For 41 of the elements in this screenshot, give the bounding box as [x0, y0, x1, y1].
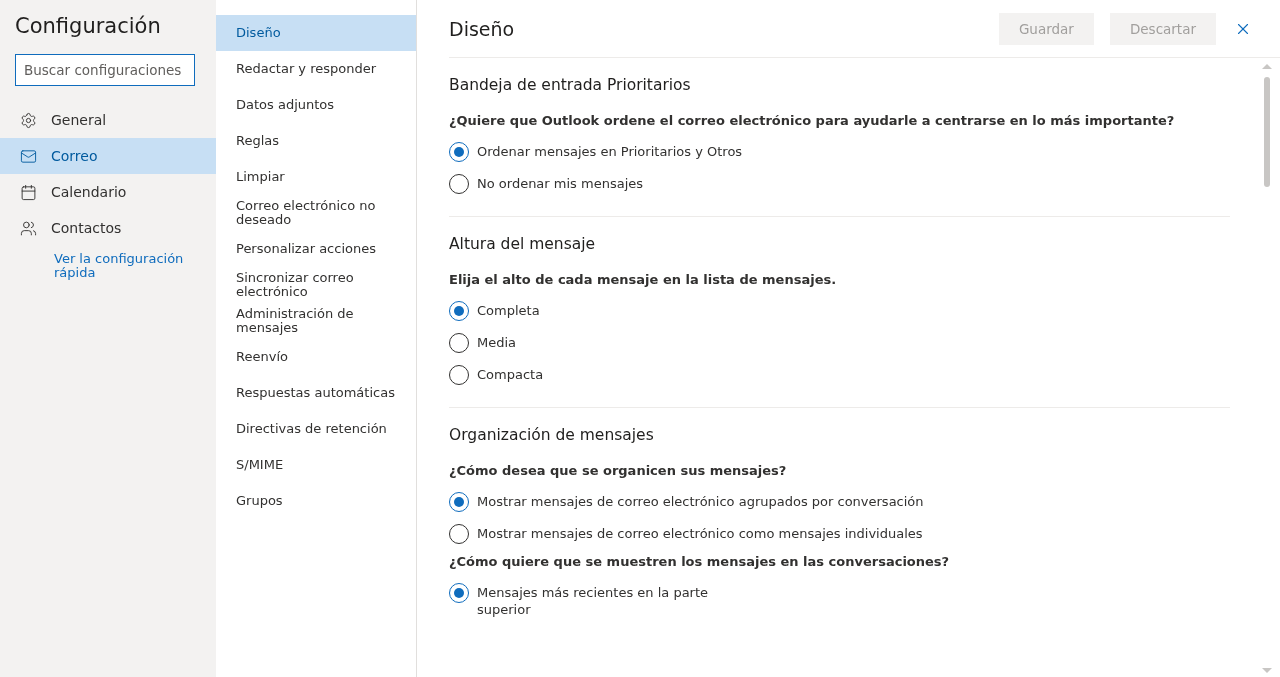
settings-title: Configuración [14, 14, 162, 38]
nav-item[interactable]: Correo [0, 138, 216, 174]
question-text: ¿Quiere que Outlook ordene el correo electrónico para ayudarle a centrarse en lo más importante? [449, 113, 1176, 128]
section-heading: Bandeja de entrada Prioritarios [449, 76, 692, 94]
section-heading: Organización de mensajes [449, 426, 655, 444]
option-label: Mensajes más recientes en la parte superior [477, 584, 710, 618]
subnav-item[interactable]: Personalizar acciones [216, 231, 416, 267]
subnav-item[interactable]: Reenvío [216, 339, 416, 375]
nav-item[interactable]: Calendario [0, 174, 216, 210]
search-field[interactable]: Buscar configuraciones [15, 54, 195, 86]
nav-item[interactable]: General [0, 102, 216, 138]
option-label: Compacta [477, 366, 544, 383]
option-label: Mostrar mensajes de correo electrónico como mensajes individuales [477, 525, 923, 542]
subnav-item[interactable]: Directivas de retención [216, 411, 416, 447]
calendar-icon [20, 183, 37, 201]
question-text: ¿Cómo desea que se organicen sus mensajes? [449, 463, 788, 478]
subnav-item[interactable]: Reglas [216, 123, 416, 159]
people-icon [20, 219, 37, 237]
subnav-item[interactable]: Administración de mensajes [216, 303, 416, 339]
section-heading: Altura del mensaje [449, 235, 597, 253]
question-text: Elija el alto de cada mensaje en la lista de mensajes. [449, 272, 838, 287]
quick-settings-link[interactable]: Ver la configuración rápida [0, 246, 216, 280]
subnav-item[interactable]: Redactar y responder [216, 51, 416, 87]
option-label: Mostrar mensajes de correo electrónico agrupados por conversación [477, 493, 924, 510]
option-label: No ordenar mis mensajes [477, 175, 644, 192]
subnav-item[interactable]: Diseño [216, 15, 416, 51]
subnav-item[interactable]: Respuestas automáticas [216, 375, 416, 411]
mail-icon [20, 147, 37, 165]
question-text: ¿Cómo quiere que se muestren los mensajes en las conversaciones? [449, 554, 951, 569]
subnav-item[interactable]: Datos adjuntos [216, 87, 416, 123]
subnav-item[interactable]: Sincronizar correo electrónico [216, 267, 416, 303]
option-label: Completa [477, 302, 540, 319]
subnav-item[interactable]: Limpiar [216, 159, 416, 195]
nav-item[interactable]: Contactos [0, 210, 216, 246]
subnav-item[interactable]: Correo electrónico no deseado [216, 195, 416, 231]
option-label: Ordenar mensajes en Prioritarios y Otros [477, 143, 743, 160]
subnav-item[interactable]: S/MIME [216, 447, 416, 483]
option-label: Media [477, 334, 517, 351]
subnav-item[interactable]: Grupos [216, 483, 416, 519]
panel-title: Diseño [449, 17, 516, 40]
gear-icon [20, 111, 37, 129]
